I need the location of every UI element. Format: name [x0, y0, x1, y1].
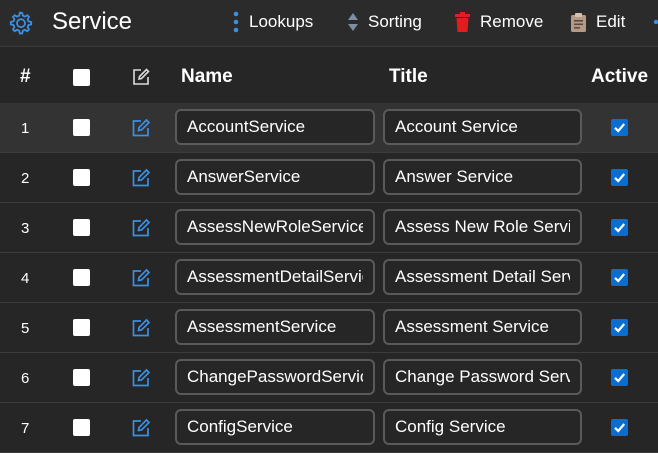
active-checkbox[interactable] — [611, 219, 628, 236]
title-input[interactable] — [383, 409, 582, 445]
active-checkbox[interactable] — [611, 169, 628, 186]
remove-button[interactable]: Remove — [454, 10, 543, 34]
table-row[interactable]: 1 — [0, 103, 658, 153]
page-title: Service — [52, 8, 133, 35]
sorting-button[interactable]: Sorting — [347, 10, 422, 34]
row-number: 2 — [21, 170, 30, 187]
row-select-checkbox[interactable] — [73, 369, 90, 386]
row-select-checkbox[interactable] — [73, 319, 90, 336]
checkmark-icon — [614, 373, 626, 383]
title-input[interactable] — [383, 309, 582, 345]
title-input[interactable] — [383, 359, 582, 395]
row-number: 1 — [21, 120, 30, 137]
table-header: # Name Title Active — [0, 47, 658, 103]
trash-icon — [455, 11, 470, 32]
lookups-button[interactable]: Lookups — [232, 10, 313, 34]
lookups-label: Lookups — [249, 12, 314, 31]
name-input[interactable] — [175, 409, 375, 445]
name-input[interactable] — [175, 309, 375, 345]
checkmark-icon — [614, 423, 626, 433]
active-checkbox[interactable] — [611, 119, 628, 136]
title-input[interactable] — [383, 159, 582, 195]
name-input[interactable] — [175, 209, 375, 245]
column-header-number: # — [20, 66, 31, 87]
title-input[interactable] — [383, 259, 582, 295]
remove-label: Remove — [480, 12, 544, 31]
edit-row-icon[interactable] — [130, 367, 152, 394]
table-row[interactable]: 2 — [0, 153, 658, 203]
row-select-checkbox[interactable] — [73, 269, 90, 286]
checkmark-icon — [614, 173, 626, 183]
active-checkbox[interactable] — [611, 319, 628, 336]
column-header-active[interactable]: Active — [591, 65, 648, 89]
row-select-checkbox[interactable] — [73, 419, 90, 436]
more-tools-button[interactable] — [650, 10, 658, 34]
row-number: 7 — [21, 420, 30, 437]
table-row[interactable]: 3 — [0, 203, 658, 253]
name-input[interactable] — [175, 109, 375, 145]
table-row[interactable]: 6 — [0, 353, 658, 403]
row-select-checkbox[interactable] — [73, 219, 90, 236]
title-input[interactable] — [383, 109, 582, 145]
row-select-checkbox[interactable] — [73, 119, 90, 136]
select-all-checkbox[interactable] — [73, 69, 90, 86]
edit-row-icon[interactable] — [130, 317, 152, 344]
active-checkbox[interactable] — [611, 419, 628, 436]
table-row[interactable]: 5 — [0, 303, 658, 353]
edit-row-icon[interactable] — [130, 217, 152, 244]
sort-icon — [348, 13, 358, 31]
table-row[interactable]: 7 — [0, 403, 658, 453]
checkmark-icon — [614, 123, 626, 133]
edit-column-icon — [131, 67, 151, 92]
edit-row-icon[interactable] — [130, 167, 152, 194]
checkmark-icon — [614, 223, 626, 233]
checkmark-icon — [614, 323, 626, 333]
row-select-checkbox[interactable] — [73, 169, 90, 186]
row-number: 6 — [21, 370, 30, 387]
edit-button[interactable]: Edit — [570, 10, 625, 34]
edit-label: Edit — [596, 12, 626, 31]
title-input[interactable] — [383, 209, 582, 245]
name-input[interactable] — [175, 359, 375, 395]
edit-row-icon[interactable] — [130, 267, 152, 294]
row-number: 3 — [21, 220, 30, 237]
name-input[interactable] — [175, 159, 375, 195]
column-header-name[interactable]: Name — [181, 65, 233, 89]
row-number: 5 — [21, 320, 30, 337]
page-header: Service Lookups Sorting Remove Edit — [0, 0, 658, 47]
edit-row-icon[interactable] — [130, 117, 152, 144]
active-checkbox[interactable] — [611, 269, 628, 286]
row-number: 4 — [21, 270, 30, 287]
vertical-dots-icon — [233, 11, 239, 33]
name-input[interactable] — [175, 259, 375, 295]
clipboard-icon — [571, 12, 586, 32]
gear-icon[interactable] — [6, 9, 34, 37]
active-checkbox[interactable] — [611, 369, 628, 386]
column-header-title[interactable]: Title — [389, 65, 428, 89]
edit-row-icon[interactable] — [130, 417, 152, 444]
more-icon — [653, 19, 658, 25]
table-row[interactable]: 4 — [0, 253, 658, 303]
sorting-label: Sorting — [368, 12, 422, 31]
checkmark-icon — [614, 273, 626, 283]
table-body: 1 2 3 4 5 6 7 — [0, 103, 658, 453]
